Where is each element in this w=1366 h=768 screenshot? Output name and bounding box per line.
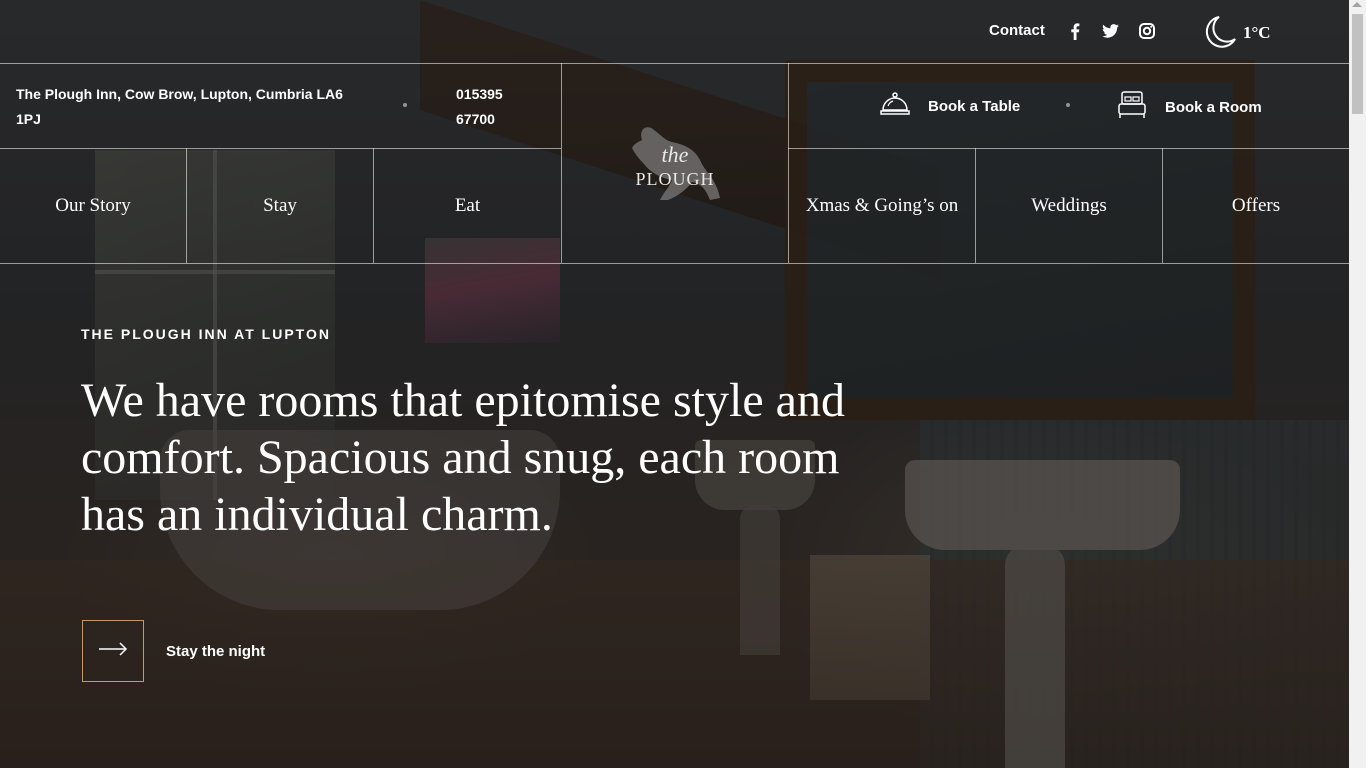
temperature-readout: 1°C bbox=[1243, 23, 1271, 42]
header-divider bbox=[561, 63, 562, 263]
hero-eyebrow: THE PLOUGH INN AT LUPTON bbox=[81, 326, 331, 342]
nav-eat[interactable]: Eat bbox=[374, 149, 561, 263]
instagram-icon[interactable] bbox=[1138, 22, 1156, 40]
scrollbar-thumb[interactable] bbox=[1352, 14, 1363, 114]
contact-link[interactable]: Contact bbox=[989, 22, 1045, 39]
nav-weddings[interactable]: Weddings bbox=[976, 149, 1162, 263]
site-logo[interactable]: the PLOUGH bbox=[620, 120, 730, 205]
book-table-button[interactable]: Book a Table bbox=[880, 92, 1020, 120]
nav-xmas-goings-on[interactable]: Xmas & Going’s on bbox=[789, 149, 975, 263]
stay-the-night-link[interactable]: Stay the night bbox=[166, 643, 265, 660]
nav-offers[interactable]: Offers bbox=[1163, 149, 1349, 263]
book-table-label: Book a Table bbox=[928, 97, 1021, 115]
phone-link[interactable]: 015395 67700 bbox=[456, 82, 526, 132]
scroll-up-arrow-icon[interactable] bbox=[1352, 2, 1362, 7]
logo-text-plough: PLOUGH bbox=[635, 169, 714, 189]
separator-dot bbox=[403, 103, 407, 107]
facebook-icon[interactable] bbox=[1066, 22, 1084, 40]
address-text: The Plough Inn, Cow Brow, Lupton, Cumbri… bbox=[16, 86, 343, 127]
header-divider bbox=[0, 63, 1349, 64]
twitter-icon[interactable] bbox=[1101, 22, 1119, 40]
service-bell-icon bbox=[880, 92, 910, 120]
book-room-label: Book a Room bbox=[1165, 98, 1262, 116]
nav-our-story[interactable]: Our Story bbox=[0, 149, 186, 263]
nav-stay[interactable]: Stay bbox=[187, 149, 373, 263]
logo-text-the: the bbox=[662, 142, 689, 167]
hero-headline: We have rooms that epitomise style and c… bbox=[81, 374, 845, 541]
page-scrollbar[interactable] bbox=[1349, 0, 1366, 768]
book-room-button[interactable]: Book a Room bbox=[1117, 90, 1262, 124]
separator-dot bbox=[1066, 103, 1070, 107]
moon-icon bbox=[1205, 15, 1237, 49]
header-divider bbox=[0, 263, 1349, 264]
arrow-right-icon bbox=[98, 641, 128, 661]
bed-icon bbox=[1117, 90, 1147, 124]
stay-the-night-button[interactable] bbox=[82, 620, 144, 682]
